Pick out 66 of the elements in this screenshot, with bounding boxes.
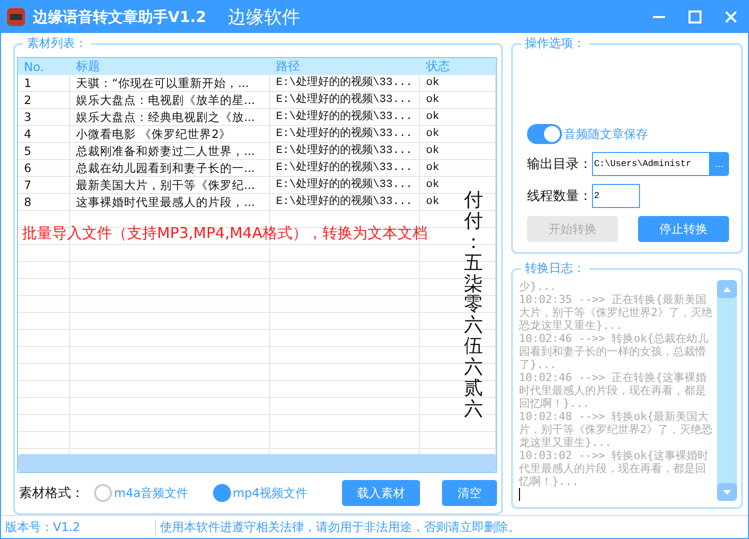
app-icon [7,8,25,26]
radio-button[interactable] [94,484,112,502]
table-cell: 最新美国大片，别干等《侏罗纪... [70,177,270,193]
window-title: 边缘语音转文章助手V1.2 [33,8,206,26]
overlay-text: 付付：五柒零六伍六贰六 [464,190,483,420]
table-cell: ok [420,126,496,142]
table-cell: E:\处理好的的视频\33... [270,75,420,91]
close-icon[interactable] [724,10,738,24]
table-cell: 天骐：“你现在可以重新开始，... [70,75,270,91]
scroll-down-icon[interactable] [723,490,731,494]
output-dir-field[interactable]: C:\Users\Administr [592,152,710,176]
field-label: 线程数量： [527,188,592,205]
table-cell: E:\处理好的的视频\33... [270,92,420,108]
table-cell: 6 [18,160,70,176]
horizontal-scrollbar[interactable] [18,454,496,472]
clear-button[interactable]: 清空 [442,480,497,506]
table-cell: 总裁刚准备和娇妻过二人世界，... [70,143,270,159]
table-cell: E:\处理好的的视频\33... [270,126,420,142]
panel-label: 素材列表： [23,36,91,50]
table-cell: 小微看电影 《侏罗纪世界2》 [70,126,270,142]
status-notice: 使用本软件进遵守相关法律，请勿用于非法用途，否则请立即删除。 [159,518,520,536]
log-text: 少}... 10:02:35 -->> 正在转换{最新美国大片，别干等《侏罗纪世界2》了，灭绝恐龙这里又重生}... 10:02:46 -->> 转换ok{总裁在幼儿园看到和妻子长的一样的女孩，总裁懵了}... 10:02:46 -->> 正在转换{这事裸婚时代里最感人的片段，现在再看，都是回忆啊！}... 10:02:48 -->> 转换ok{最新美国大片，别干等《侏罗纪世界2》了，灭绝恐龙这里又重生}... 10:03:02 -->> 转换ok{这事裸婚时代里最感人的片段，现在再看，都是回忆啊！}... [519,280,713,501]
panel-label: 转换日志： [521,261,589,275]
version-text: 版本号：V1.2 [1,518,156,536]
table-cell: 这事裸婚时代里最感人的片段，... [70,194,270,210]
thread-count-field[interactable]: 2 [592,184,640,208]
column-header[interactable]: 状态 [420,58,496,75]
table-cell: 娱乐大盘点：经典电视剧之《放... [70,109,270,125]
window-subtitle: 边缘软件 [228,6,300,29]
stop-button[interactable]: 停止转换 [638,216,729,242]
table-cell: ok [420,160,496,176]
table-cell: E:\处理好的的视频\33... [270,160,420,176]
toggle-switch[interactable] [527,124,562,144]
toggle-label: 音频随文章保存 [564,126,648,142]
maximize-icon[interactable] [688,10,702,24]
table-cell: 4 [18,126,70,142]
table-cell: ok [420,143,496,159]
table-cell: 7 [18,177,70,193]
column-header[interactable]: 标题 [70,58,270,75]
table-cell: E:\处理好的的视频\33... [270,143,420,159]
table-cell: 1 [18,75,70,91]
table-cell: ok [420,75,496,91]
table-cell: 3 [18,109,70,125]
panel-label: 操作选项： [521,36,589,50]
column-header[interactable]: No. [18,60,70,74]
table-cell: 2 [18,92,70,108]
browse-button[interactable]: ... [710,152,729,176]
field-label: 输出目录： [527,156,592,173]
radio-button[interactable] [212,484,231,502]
column-header[interactable]: 路径 [270,58,420,75]
scroll-up-icon[interactable] [723,286,731,292]
format-label: 素材格式： [19,485,84,502]
load-button[interactable]: 载入素材 [342,480,420,506]
table-cell: 总裁在幼儿园看到和妻子长的一... [70,160,270,176]
vertical-scrollbar[interactable] [717,280,737,501]
table-cell: 5 [18,143,70,159]
table-cell: ok [420,92,496,108]
table-cell: ok [420,109,496,125]
table-cell: E:\处理好的的视频\33... [270,109,420,125]
table-cell: 娱乐大盘点：电视剧《放羊的星... [70,92,270,108]
table-cell: 8 [18,194,70,210]
notice-text: 批量导入文件（支持MP3,MP4,M4A格式），转换为文本文档 [22,224,428,243]
table-cell: E:\处理好的的视频\33... [270,177,420,193]
radio-label[interactable]: mp4视频文件 [232,484,308,502]
radio-label[interactable]: m4a音频文件 [114,484,189,502]
table-cell: E:\处理好的的视频\33... [270,194,420,210]
